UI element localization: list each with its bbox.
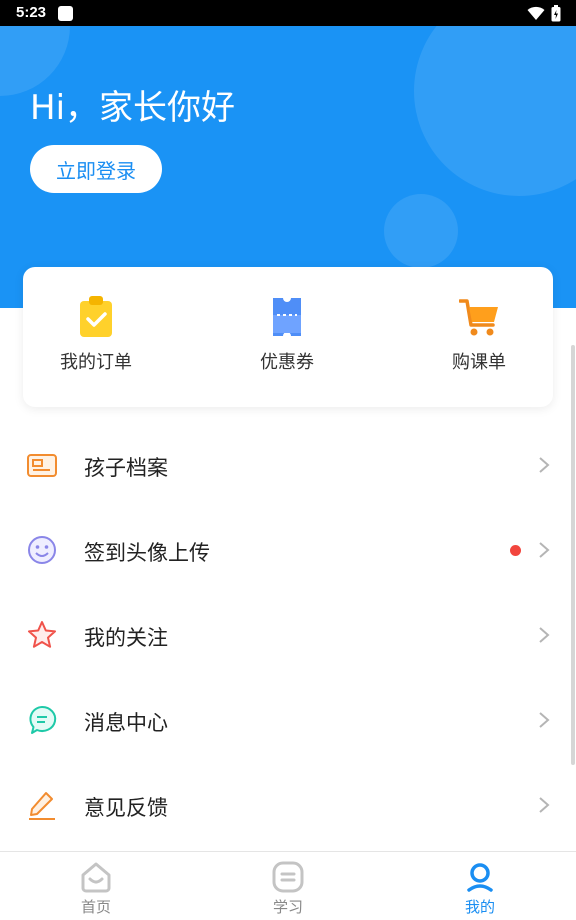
coupons-label: 优惠券 [260, 352, 314, 373]
profile-icon [467, 863, 493, 892]
scrollbar[interactable] [571, 345, 575, 765]
clipboard-check-icon [80, 296, 112, 337]
status-bar: 5:23 [0, 0, 576, 26]
coupons-button[interactable]: 优惠券 [212, 295, 362, 385]
menu-item-avatar-upload[interactable]: 签到头像上传 [0, 508, 576, 593]
chevron-right-icon [539, 542, 550, 558]
edit-icon [29, 792, 55, 820]
tab-mine[interactable]: 我的 [430, 860, 530, 917]
smiley-icon [28, 536, 56, 564]
course-cart-label: 购课单 [452, 352, 506, 373]
menu-item-feedback[interactable]: 意见反馈 [0, 763, 576, 848]
chevron-right-icon [539, 457, 550, 473]
ticket-icon [273, 298, 301, 336]
status-time: 5:23 [16, 4, 47, 21]
tab-home[interactable]: 首页 [46, 860, 146, 917]
id-card-icon [27, 454, 57, 477]
menu-item-label: 签到头像上传 [84, 541, 210, 565]
unread-badge [510, 545, 521, 556]
course-cart-button[interactable]: 购课单 [404, 295, 554, 385]
my-orders-button[interactable]: 我的订单 [21, 295, 171, 385]
tab-study[interactable]: 学习 [238, 860, 338, 917]
battery-icon [551, 5, 561, 22]
login-button[interactable]: 立即登录 [30, 145, 162, 193]
cart-icon [459, 299, 498, 336]
menu-item-label: 我的关注 [84, 626, 168, 650]
notification-app-icon [58, 6, 73, 21]
tab-label: 首页 [80, 898, 111, 916]
menu-item-label: 消息中心 [84, 711, 168, 735]
tab-label: 我的 [464, 898, 495, 916]
quick-actions-card: 我的订单 优惠券 购课单 [23, 267, 553, 407]
chevron-right-icon [539, 712, 550, 728]
message-icon [29, 705, 57, 734]
tab-label: 学习 [272, 898, 303, 916]
decorative-circle [384, 194, 458, 268]
study-icon [272, 861, 304, 893]
menu-item-label: 孩子档案 [84, 456, 168, 480]
menu-item-message-center[interactable]: 消息中心 [0, 678, 576, 763]
greeting-text: Hi，家长你好 [30, 88, 236, 128]
decorative-circle [414, 26, 576, 196]
profile-header: Hi，家长你好 立即登录 [0, 26, 576, 308]
menu-item-label: 意见反馈 [84, 796, 168, 820]
chevron-right-icon [539, 627, 550, 643]
star-icon [28, 621, 56, 648]
menu-item-following[interactable]: 我的关注 [0, 593, 576, 678]
my-orders-label: 我的订单 [60, 352, 132, 373]
menu-item-child-profile[interactable]: 孩子档案 [0, 423, 576, 508]
menu-list: 孩子档案 签到头像上传 我的关注 消息中心 意见反馈 [0, 423, 576, 848]
bottom-nav: 首页 学习 我的 [0, 851, 576, 920]
wifi-icon [527, 6, 545, 20]
chevron-right-icon [539, 797, 550, 813]
home-icon [81, 862, 111, 893]
